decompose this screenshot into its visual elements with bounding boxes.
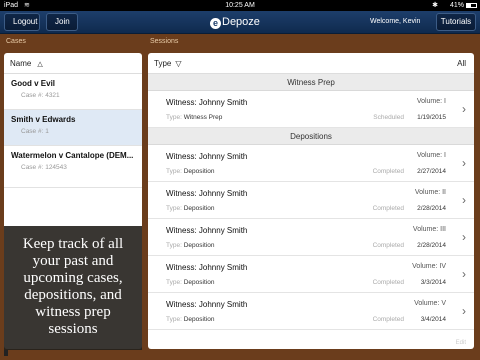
group-header-depositions: Depositions [148,128,474,145]
session-date: 1/19/2015 [417,114,446,121]
session-date: 2/27/2014 [417,168,446,175]
session-type: Type: Deposition [166,242,214,249]
session-witness: Witness: Johnny Smith [166,226,248,235]
status-bar: iPad ≋ 10:25 AM ✱ 41% [0,0,480,11]
sessions-panel: Type ▽ All Witness Prep Witness: Johnny S… [148,53,474,349]
session-type: Type: Witness Prep [166,114,222,121]
filter-triangle-icon: ▽ [175,59,182,68]
case-name: Watermelon v Cantalope (DEM... [11,151,134,160]
chevron-right-icon: › [462,230,466,244]
case-name: Good v Evil [11,79,56,88]
type-value: Deposition [183,205,215,212]
session-date: 2/28/2014 [417,242,446,249]
session-status: Completed [372,205,404,212]
app-logo: e Depoze [210,14,274,30]
type-prefix: Type: [166,168,182,175]
case-list-item[interactable]: Good v Evil Case #: 4321 [4,74,142,110]
chevron-right-icon: › [462,267,466,281]
type-prefix: Type: [166,316,182,323]
promo-caption: Keep track of all your past and upcoming… [4,226,142,350]
bluetooth-icon: ✱ [432,2,438,9]
cases-section-label: Cases [6,38,26,45]
session-row[interactable]: Witness: Johnny Smith Volume: V Type: De… [148,293,474,330]
session-row[interactable]: Witness: Johnny Smith Volume: II Type: D… [148,182,474,219]
session-status: Completed [372,279,404,286]
case-number: Case #: 124543 [21,164,67,171]
session-volume: Volume: I [416,152,446,159]
session-status: Completed [372,316,404,323]
session-status: Completed [372,168,404,175]
session-volume: Volume: V [414,300,446,307]
case-number: Case #: 4321 [21,92,60,99]
sessions-type-filter[interactable]: Type ▽ All [148,53,474,74]
session-witness: Witness: Johnny Smith [166,189,248,198]
type-prefix: Type: [166,205,182,212]
sessions-section-label: Sessions [150,38,179,45]
logout-button[interactable]: Logout [4,13,40,31]
session-row[interactable]: Witness: Johnny Smith Volume: I Type: De… [148,145,474,182]
case-name: Smith v Edwards [11,115,76,124]
chevron-right-icon: › [462,156,466,170]
name-column-label: Name [10,59,32,68]
logo-e-icon: e [210,18,221,29]
case-list-item-selected[interactable]: Smith v Edwards Case #: 1 [4,110,142,146]
top-nav-bar: Logout Join e Depoze Welcome, Kevin Tutor… [0,11,480,34]
session-row[interactable]: Witness: Johnny Smith Volume: III Type: … [148,219,474,256]
corner-indicator [4,350,8,356]
type-prefix: Type: [166,114,182,121]
session-status: Completed [372,242,404,249]
filter-value[interactable]: All [457,53,466,74]
session-status: Scheduled [373,114,404,121]
type-value: Deposition [183,316,215,323]
session-witness: Witness: Johnny Smith [166,98,248,107]
battery-icon [466,3,477,8]
session-type: Type: Deposition [166,205,214,212]
chevron-right-icon: › [462,102,466,116]
battery-percent: 41% [449,2,464,9]
chevron-right-icon: › [462,304,466,318]
session-type: Type: Deposition [166,316,214,323]
type-value: Witness Prep [183,114,223,121]
group-header-witness-prep: Witness Prep [148,74,474,91]
type-filter-label: Type [154,59,172,68]
clock: 10:25 AM [225,2,255,9]
session-witness: Witness: Johnny Smith [166,300,248,309]
case-list-item[interactable]: Watermelon v Cantalope (DEM... Case #: 1… [4,146,142,188]
session-volume: Volume: III [412,226,446,233]
session-type: Type: Deposition [166,279,214,286]
case-number: Case #: 1 [21,128,49,135]
session-volume: Volume: II [414,189,446,196]
session-witness: Witness: Johnny Smith [166,152,248,161]
tutorials-button[interactable]: Tutorials [436,13,476,31]
session-row[interactable]: Witness: Johnny Smith Volume: IV Type: D… [148,256,474,293]
session-type: Type: Deposition [166,168,214,175]
edit-button[interactable]: Edit [456,340,466,346]
session-row[interactable]: Witness: Johnny Smith Volume: I Type: Wi… [148,91,474,128]
type-value: Deposition [183,279,215,286]
welcome-message: Welcome, Kevin [370,18,421,25]
sort-triangle-icon: △ [37,61,43,68]
session-date: 2/28/2014 [417,205,446,212]
type-prefix: Type: [166,242,182,249]
type-value: Deposition [183,242,215,249]
type-prefix: Type: [166,279,182,286]
type-value: Deposition [183,168,215,175]
session-witness: Witness: Johnny Smith [166,263,248,272]
session-volume: Volume: I [416,98,446,105]
cases-name-header[interactable]: Name △ [4,53,142,74]
logo-text: Depoze [222,16,260,28]
join-button[interactable]: Join [46,13,78,31]
chevron-right-icon: › [462,193,466,207]
session-volume: Volume: IV [412,263,446,270]
session-date: 3/4/2014 [420,316,446,323]
session-date: 3/3/2014 [420,279,446,286]
